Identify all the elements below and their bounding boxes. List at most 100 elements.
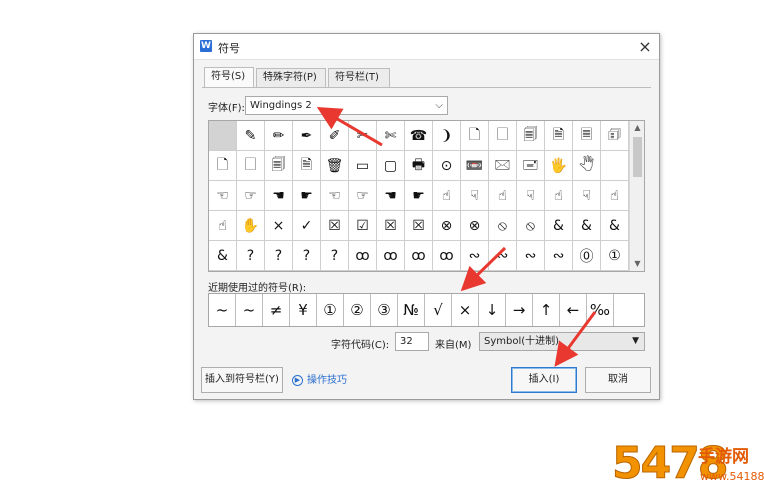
symbol-cell[interactable]: ☟ [517, 181, 545, 211]
symbol-cell[interactable]: ꝏ [433, 241, 461, 271]
symbol-cell[interactable]: 🗌 [237, 151, 265, 181]
symbol-cell[interactable]: ⦸ [489, 211, 517, 241]
scroll-up-icon[interactable]: ▲ [630, 121, 645, 135]
symbol-cell[interactable]: × [265, 211, 293, 241]
from-select[interactable]: Symbol(十进制) ▼ [479, 332, 645, 351]
symbol-cell[interactable]: ▢ [377, 151, 405, 181]
cancel-button[interactable]: 取消 [585, 367, 651, 393]
symbol-cell[interactable]: 🗋 [461, 121, 489, 151]
symbol-cell[interactable]: ☟ [573, 181, 601, 211]
symbol-cell[interactable]: ☜ [321, 181, 349, 211]
symbol-cell[interactable]: ☚ [377, 181, 405, 211]
symbol-cell[interactable]: ① [601, 241, 629, 271]
symbol-cell[interactable]: 🗏 [573, 121, 601, 151]
symbol-cell[interactable]: ☝ [489, 181, 517, 211]
symbol-cell[interactable]: ⓪ [573, 241, 601, 271]
symbol-cell[interactable]: 📼 [461, 151, 489, 181]
symbol-cell[interactable]: ? [237, 241, 265, 271]
symbol-cell[interactable]: & [209, 241, 237, 271]
recent-symbol-cell[interactable]: ¥ [290, 294, 317, 326]
symbol-cell[interactable]: ✒ [293, 121, 321, 151]
symbol-cell[interactable]: 🗊 [601, 121, 629, 151]
symbol-cell[interactable]: ☟ [461, 181, 489, 211]
vertical-scrollbar[interactable]: ▲ ▼ [629, 121, 644, 271]
tips-link[interactable]: ▶ 操作技巧 [292, 371, 347, 387]
symbol-cell[interactable]: 🖶 [405, 151, 433, 181]
insert-button[interactable]: 插入(I) [511, 367, 577, 393]
symbol-cell[interactable]: ✋ [237, 211, 265, 241]
recent-symbol-cell[interactable]: → [506, 294, 533, 326]
symbol-cell[interactable]: ☝ [209, 211, 237, 241]
symbol-cell[interactable]: ? [293, 241, 321, 271]
symbol-cell[interactable]: ☒ [377, 211, 405, 241]
symbol-cell[interactable] [209, 121, 237, 151]
symbol-cell[interactable]: 🗎 [293, 151, 321, 181]
tab-special-chars[interactable]: 特殊字符(P) [256, 68, 326, 87]
symbol-cell[interactable]: ☝ [433, 181, 461, 211]
symbol-cell[interactable]: 🗐 [517, 121, 545, 151]
symbol-cell[interactable]: 🗌 [489, 121, 517, 151]
symbol-cell[interactable]: ✄ [377, 121, 405, 151]
recent-symbol-cell[interactable]: ≠ [263, 294, 290, 326]
symbol-cell[interactable]: ☛ [293, 181, 321, 211]
symbol-cell[interactable]: ꝏ [405, 241, 433, 271]
symbol-cell[interactable]: ✓ [293, 211, 321, 241]
symbol-cell[interactable]: 🗐 [265, 151, 293, 181]
font-select[interactable]: Wingdings 2 ⌵ [245, 96, 448, 115]
recent-symbol-cell[interactable]: × [452, 294, 479, 326]
recent-symbol-cell[interactable]: ② [344, 294, 371, 326]
symbol-cell[interactable]: ☝ [601, 181, 629, 211]
symbol-cell[interactable]: ✏ [265, 121, 293, 151]
symbol-cell[interactable]: ⊙ [433, 151, 461, 181]
symbol-cell[interactable]: 🖂 [489, 151, 517, 181]
symbol-cell[interactable]: ☒ [405, 211, 433, 241]
symbol-cell[interactable]: ꝏ [349, 241, 377, 271]
recent-symbol-cell[interactable]: ← [560, 294, 587, 326]
insert-to-symbol-bar-button[interactable]: 插入到符号栏(Y) [201, 367, 283, 393]
recent-symbol-cell[interactable]: ① [317, 294, 344, 326]
symbol-cell[interactable]: ⦸ [517, 211, 545, 241]
recent-symbol-cell[interactable]: ‰ [587, 294, 614, 326]
symbol-cell[interactable]: ☝ [545, 181, 573, 211]
scroll-thumb[interactable] [633, 137, 642, 177]
symbol-cell[interactable]: ∾ [461, 241, 489, 271]
scroll-down-icon[interactable]: ▼ [630, 257, 645, 271]
tab-symbols[interactable]: 符号(S) [204, 67, 254, 88]
char-code-input[interactable]: 32 [395, 332, 429, 351]
symbol-cell[interactable]: ∾ [545, 241, 573, 271]
symbol-cell[interactable]: ? [265, 241, 293, 271]
symbol-cell[interactable]: 🗋 [209, 151, 237, 181]
symbol-cell[interactable]: ☞ [349, 181, 377, 211]
symbol-cell[interactable]: ∾ [489, 241, 517, 271]
symbol-cell[interactable]: 🖐 [545, 151, 573, 181]
symbol-cell[interactable]: ⊗ [461, 211, 489, 241]
symbol-cell[interactable]: ☜ [209, 181, 237, 211]
symbol-cell[interactable]: & [601, 211, 629, 241]
symbol-cell[interactable]: 🗑 [321, 151, 349, 181]
recent-symbol-cell[interactable]: ~ [236, 294, 263, 326]
symbol-cell[interactable]: ❩ [433, 121, 461, 151]
symbol-cell[interactable]: ☚ [265, 181, 293, 211]
symbol-cell[interactable]: & [573, 211, 601, 241]
symbol-cell[interactable]: & [545, 211, 573, 241]
recent-symbol-cell[interactable]: ↑ [533, 294, 560, 326]
recent-symbol-cell[interactable]: ③ [371, 294, 398, 326]
close-button[interactable]: × [635, 37, 655, 57]
symbol-cell[interactable]: 🖑 [573, 151, 601, 181]
symbol-cell[interactable]: ? [321, 241, 349, 271]
symbol-cell[interactable] [601, 151, 629, 181]
symbol-cell[interactable]: 🖃 [517, 151, 545, 181]
symbol-cell[interactable]: ✐ [321, 121, 349, 151]
symbol-cell[interactable]: ☑ [349, 211, 377, 241]
symbol-cell[interactable]: 🗎 [545, 121, 573, 151]
symbol-cell[interactable]: ▭ [349, 151, 377, 181]
symbol-cell[interactable]: ☎ [405, 121, 433, 151]
recent-symbol-cell[interactable]: ↓ [479, 294, 506, 326]
symbol-cell[interactable]: ∾ [517, 241, 545, 271]
symbol-cell[interactable]: ✎ [237, 121, 265, 151]
symbol-cell[interactable]: ☛ [405, 181, 433, 211]
symbol-cell[interactable]: ✂ [349, 121, 377, 151]
symbol-cell[interactable]: ꝏ [377, 241, 405, 271]
symbol-cell[interactable]: ☒ [321, 211, 349, 241]
tab-symbol-bar[interactable]: 符号栏(T) [328, 68, 390, 87]
